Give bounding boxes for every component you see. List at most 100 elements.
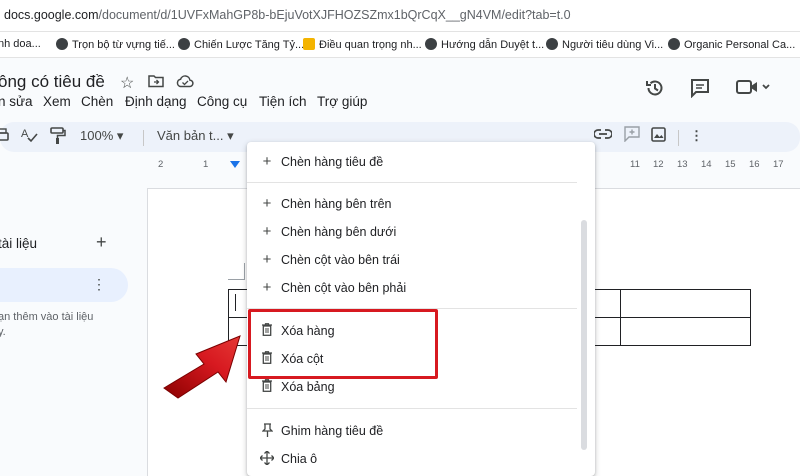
plus-icon: + [262,223,272,240]
more-options-icon[interactable]: ⋮ [690,128,703,144]
url-path: /document/d/1UVFxMahGP8b-bEjuVotXJFHOZSZ… [98,8,571,22]
menu-help[interactable]: Trợ giúp [317,94,367,109]
bookmark-item[interactable]: Hướng dẫn Duyệt t... [425,38,544,51]
tab-options-icon[interactable]: ⋮ [92,276,106,293]
address-bar[interactable]: docs.google.com/document/d/1UVFxMahGP8b-… [0,0,800,32]
menu-item-insert-row-above[interactable]: + Chèn hàng bên trên [247,192,577,218]
plus-icon: + [262,153,272,170]
table-cell[interactable] [620,289,751,318]
bookmark-item[interactable]: Trọn bộ từ vựng tiế... [56,38,175,51]
globe-icon [546,38,558,50]
zoom-select[interactable]: 100% ▾ [80,128,123,144]
move-folder-icon[interactable] [148,74,164,93]
globe-icon [425,38,437,50]
url-text[interactable]: docs.google.com/document/d/1UVFxMahGP8b-… [4,8,571,22]
globe-icon [178,38,190,50]
table-cell[interactable] [620,317,751,346]
paragraph-style-select[interactable]: Văn bản t... ▾ [157,128,234,144]
page-margin-corner [244,263,245,280]
menu-item-label: Chèn cột vào bên phải [281,281,407,295]
trash-icon [262,379,272,392]
toolbar-divider [678,130,679,146]
pin-icon [262,423,273,437]
cloud-saved-icon[interactable] [176,74,194,93]
bookmark-label: Organic Personal Ca... [684,39,796,51]
menu-format[interactable]: Định dạng [125,94,187,109]
menu-item-label: Xóa bảng [281,380,335,394]
history-icon[interactable] [645,78,665,104]
text-cursor [235,294,236,311]
ruler-label: 15 [725,159,736,170]
menu-item-label: Chèn hàng tiêu đề [281,155,384,169]
paragraph-style-value: Văn bản t... [157,128,224,143]
bookmark-item[interactable]: Chiến Lược Tăng Tỷ... [178,38,304,51]
ruler-label: 16 [749,159,760,170]
svg-text:A: A [21,128,29,140]
ruler-label: 11 [630,159,640,170]
spellcheck-icon[interactable]: A [20,126,38,147]
menu-item-insert-row-below[interactable]: + Chèn hàng bên dưới [247,220,577,246]
annotation-arrow [163,335,241,399]
menu-item-pin-header-row[interactable]: Ghim hàng tiêu đề [247,419,577,445]
bookmark-label: Trọn bộ từ vựng tiế... [72,39,175,51]
menu-item-label: Chèn cột vào bên trái [281,253,400,267]
toolbar-divider [143,130,144,146]
outline-hint: ạn thêm vào tài liệu y. [0,310,108,340]
star-icon[interactable]: ☆ [120,73,134,93]
zoom-value: 100% [80,128,114,143]
plus-icon: + [262,279,272,296]
menu-item-label: Ghim hàng tiêu đề [281,424,384,438]
bookmark-item[interactable]: Người tiêu dùng Vi... [546,38,663,51]
plus-icon: + [262,251,272,268]
document-title[interactable]: ông có tiêu đề [0,72,105,92]
bookmark-label: nh doa... [0,38,41,50]
globe-icon [56,38,68,50]
ruler-label: 13 [677,159,688,170]
bookmark-item[interactable]: nh doa... [0,38,41,50]
menu-item-label: Chia ô [281,452,318,466]
bookmark-item[interactable]: Organic Personal Ca... [668,38,795,51]
menu-item-insert-column-right[interactable]: + Chèn cột vào bên phải [247,276,577,302]
meet-camera-icon[interactable] [736,78,772,102]
insert-image-icon[interactable] [651,127,666,145]
bookmark-item[interactable]: Điều quan trọng nh... [303,38,422,51]
url-host: docs.google.com [4,8,99,22]
outline-heading: tài liệu [0,236,38,251]
outline-hint-line: y. [0,326,6,338]
add-tab-icon[interactable]: + [96,232,107,253]
ruler-label: 1 [203,159,209,170]
print-icon[interactable] [0,128,10,147]
split-cell-icon [260,451,274,465]
menu-item-label: Chèn hàng bên trên [281,197,392,211]
ruler-label: 14 [701,159,712,170]
menu-extensions[interactable]: Tiện ích [259,94,307,109]
indent-marker[interactable] [230,161,240,168]
outline-tab-selected[interactable]: ⋮ [0,268,128,302]
comments-icon[interactable] [690,78,710,104]
plus-icon: + [262,195,272,212]
context-menu-scrollbar[interactable] [581,220,587,450]
ruler-label: 12 [653,159,664,170]
menu-tools[interactable]: Công cụ [197,94,247,109]
ruler-label: 2 [158,159,164,170]
menu-edit[interactable]: n sửa [0,94,33,109]
annotation-highlight-box [248,309,438,379]
add-comment-icon[interactable] [624,126,640,145]
menu-view[interactable]: Xem [43,94,71,109]
bookmark-label: Điều quan trọng nh... [319,39,422,51]
globe-icon [668,38,680,50]
menu-insert[interactable]: Chèn [81,94,113,109]
menu-divider [247,182,577,183]
bookmark-label: Chiến Lược Tăng Tỷ... [194,39,305,51]
outline-hint-line: ạn thêm vào tài liệu [0,311,94,323]
ruler-label: 17 [773,159,784,170]
menu-item-insert-column-left[interactable]: + Chèn cột vào bên trái [247,248,577,274]
link-icon[interactable] [593,128,613,143]
paint-format-icon[interactable] [50,127,66,148]
bookmark-label: Người tiêu dùng Vi... [562,39,664,51]
bookmark-icon [303,38,315,50]
menu-item-label: Chèn hàng bên dưới [281,225,397,239]
bookmarks-bar: nh doa... Trọn bộ từ vựng tiế... Chiến L… [0,32,800,58]
menu-item-insert-header-row[interactable]: + Chèn hàng tiêu đề [247,150,577,176]
menu-item-split-cell[interactable]: Chia ô [247,447,577,473]
